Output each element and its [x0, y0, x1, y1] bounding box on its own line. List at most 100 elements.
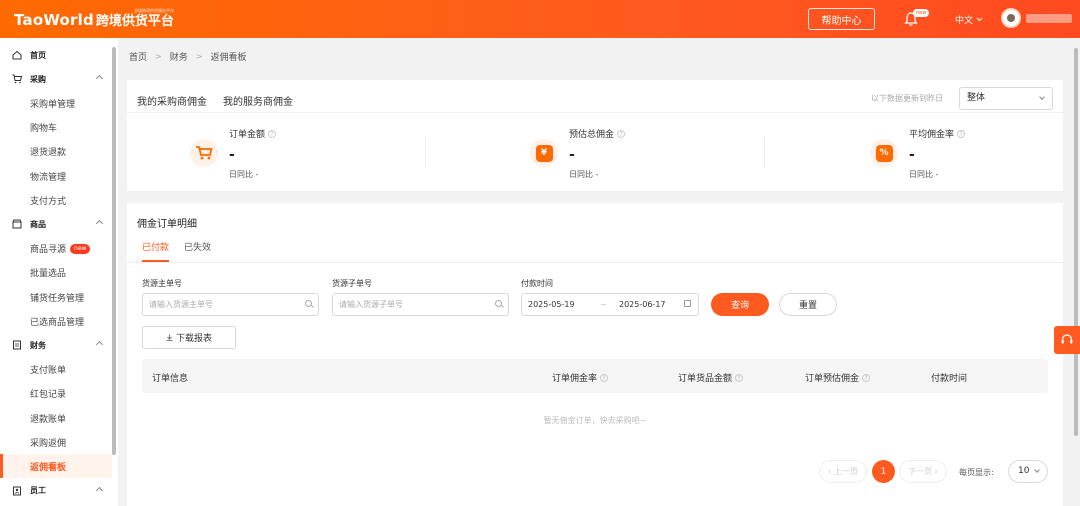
sidebar-group-12[interactable]: 财务 [0, 333, 112, 357]
sidebar-item-13[interactable]: 支付账单 [0, 358, 112, 382]
download-report-label: 下载报表 [175, 334, 212, 344]
sidebar-item-15[interactable]: 退款账单 [0, 406, 112, 430]
help-icon[interactable]: ? [862, 373, 871, 382]
scope-select-value: 整体 [967, 93, 986, 103]
sidebar-group-label: 采购 [30, 74, 46, 84]
scope-select[interactable]: 整体 [959, 87, 1053, 110]
prev-page-button[interactable]: ‹ 上一页 [819, 460, 867, 483]
sidebar-item-16[interactable]: 采购返佣 [0, 430, 112, 454]
commission-detail-card: 佣金订单明细 已付款 已失效 货源主单号 请输入货源主单号 货源子单号 请输入货… [127, 203, 1063, 506]
data-update-hint: 以下数据更新到昨日 [871, 94, 943, 103]
customer-service-button[interactable] [1054, 326, 1080, 354]
breadcrumb-separator: > [195, 52, 203, 61]
calendar-icon [684, 300, 691, 307]
sidebar-group-label: 财务 [30, 340, 46, 350]
help-icon[interactable]: ? [268, 129, 277, 138]
download-report-button[interactable]: 下载报表 [142, 326, 236, 349]
sidebar-item-11[interactable]: 已选商品管理 [0, 309, 112, 333]
top-header: TaoWorld 跨境供货平台 全球跨境供货服务平台 帮助中心 new 中文 [0, 0, 1080, 38]
metric-value: - [909, 147, 915, 163]
page-size-select[interactable]: 10 [1008, 460, 1048, 483]
main-scrollbar[interactable] [1074, 48, 1078, 436]
breadcrumb-separator: > [155, 52, 162, 61]
headset-icon [1061, 334, 1073, 344]
table-header: 订单信息 订单佣金率? 订单货品金额? 订单预估佣金? 付款时间 [142, 359, 1048, 393]
chevron-up-icon [95, 75, 104, 83]
metric-compare: 日同比 - [229, 170, 259, 179]
sidebar-item-6[interactable]: 支付方式 [0, 188, 112, 212]
sidebar-scrollbar[interactable] [112, 47, 116, 455]
page-number-current[interactable]: 1 [872, 460, 895, 483]
sidebar-item-label: 退款账单 [30, 414, 67, 425]
breadcrumb: 首页 > 财务 > 返佣看板 [129, 50, 246, 63]
sidebar-item-2[interactable]: 采购单管理 [0, 91, 112, 115]
sidebar-group-0[interactable]: 首页 [0, 43, 112, 67]
sub-order-input[interactable]: 请输入货源子单号 [332, 293, 509, 316]
main-order-input[interactable]: 请输入货源主单号 [142, 293, 319, 316]
logo[interactable]: TaoWorld 跨境供货平台 全球跨境供货服务平台 [14, 8, 174, 29]
chevron-down-icon [976, 17, 983, 22]
sidebar-item-label: 铺货任务管理 [30, 293, 85, 304]
date-start[interactable]: 2025-05-19 [528, 294, 600, 315]
pay-time-range-picker[interactable]: 2025-05-19 ~ 2025-06-17 [521, 293, 699, 316]
divider [764, 138, 765, 168]
commission-summary-card: 我的采购商佣金 我的服务商佣金 以下数据更新到昨日 整体 订单金额? - 日同比… [127, 80, 1063, 191]
language-switcher[interactable]: 中文 [955, 13, 983, 26]
chevron-down-icon [1039, 94, 1045, 100]
sub-order-label: 货源子单号 [332, 279, 372, 288]
sidebar-group-7[interactable]: 商品 [0, 212, 112, 236]
help-icon[interactable]: ? [735, 373, 744, 382]
tab-buyer-commission[interactable]: 我的采购商佣金 [137, 93, 207, 108]
breadcrumb-home[interactable]: 首页 [129, 50, 147, 63]
sidebar-group-label: 首页 [30, 50, 46, 60]
sidebar-item-17[interactable]: 返佣看板 [0, 454, 112, 479]
page-size-value: 10 [1018, 466, 1030, 476]
detail-tabs: 已付款 已失效 [142, 240, 211, 253]
metric-label: 平均佣金率 [909, 130, 955, 140]
sidebar-group-1[interactable]: 采购 [0, 67, 112, 91]
help-icon[interactable]: ? [600, 373, 609, 382]
page-size-label: 每页显示: [959, 468, 994, 477]
chevron-up-icon [95, 220, 104, 228]
sidebar-item-10[interactable]: 铺货任务管理 [0, 285, 112, 309]
column-header: 订单佣金率? [552, 371, 609, 384]
pay-time-label: 付款时间 [521, 279, 553, 288]
query-button[interactable]: 查询 [711, 293, 769, 316]
tab-invalid[interactable]: 已失效 [184, 240, 211, 253]
staff-icon [13, 486, 21, 496]
metric-label: 订单金额 [229, 130, 266, 140]
language-label: 中文 [955, 16, 974, 26]
help-icon[interactable]: ? [957, 129, 966, 138]
empty-state-text: 暂无佣金订单，快去采购吧~ [543, 416, 647, 425]
sidebar-item-4[interactable]: 退货退款 [0, 140, 112, 164]
main-order-placeholder: 请输入货源主单号 [149, 300, 213, 309]
help-icon[interactable]: ? [617, 129, 626, 138]
avatar[interactable] [1001, 8, 1021, 28]
metric-label: 预估总佣金 [569, 130, 615, 140]
tab-paid[interactable]: 已付款 [142, 240, 169, 253]
breadcrumb-finance[interactable]: 财务 [170, 50, 188, 63]
sidebar-item-label: 商品寻源 [30, 245, 67, 256]
sidebar: 首页 采购 采购单管理 购物车 退货退款 物流管理 支付方式 商品 商品寻源 new 批量选品 铺货任… [0, 38, 118, 506]
chevron-up-icon [95, 486, 104, 494]
sidebar-item-label: 红包记录 [30, 390, 67, 401]
next-page-button[interactable]: 下一页 › [899, 460, 947, 483]
notification-badge: new [913, 9, 930, 17]
new-badge: new [70, 243, 91, 254]
sidebar-group-18[interactable]: 员工 [0, 479, 112, 503]
sidebar-item-label: 已选商品管理 [30, 317, 85, 328]
sidebar-item-8[interactable]: 商品寻源 new [0, 237, 112, 261]
sidebar-item-label: 采购返佣 [30, 438, 67, 449]
sidebar-item-5[interactable]: 物流管理 [0, 164, 112, 188]
sidebar-item-9[interactable]: 批量选品 [0, 261, 112, 285]
help-center-button[interactable]: 帮助中心 [808, 8, 875, 30]
date-end[interactable]: 2025-06-17 [619, 294, 666, 315]
metric-compare: 日同比 - [569, 170, 599, 179]
finance-icon [13, 340, 21, 350]
divider [425, 138, 426, 168]
divider [127, 112, 1063, 113]
tab-provider-commission[interactable]: 我的服务商佣金 [223, 93, 293, 108]
sidebar-item-14[interactable]: 红包记录 [0, 382, 112, 406]
sidebar-item-3[interactable]: 购物车 [0, 116, 112, 140]
reset-button[interactable]: 重置 [779, 293, 837, 316]
